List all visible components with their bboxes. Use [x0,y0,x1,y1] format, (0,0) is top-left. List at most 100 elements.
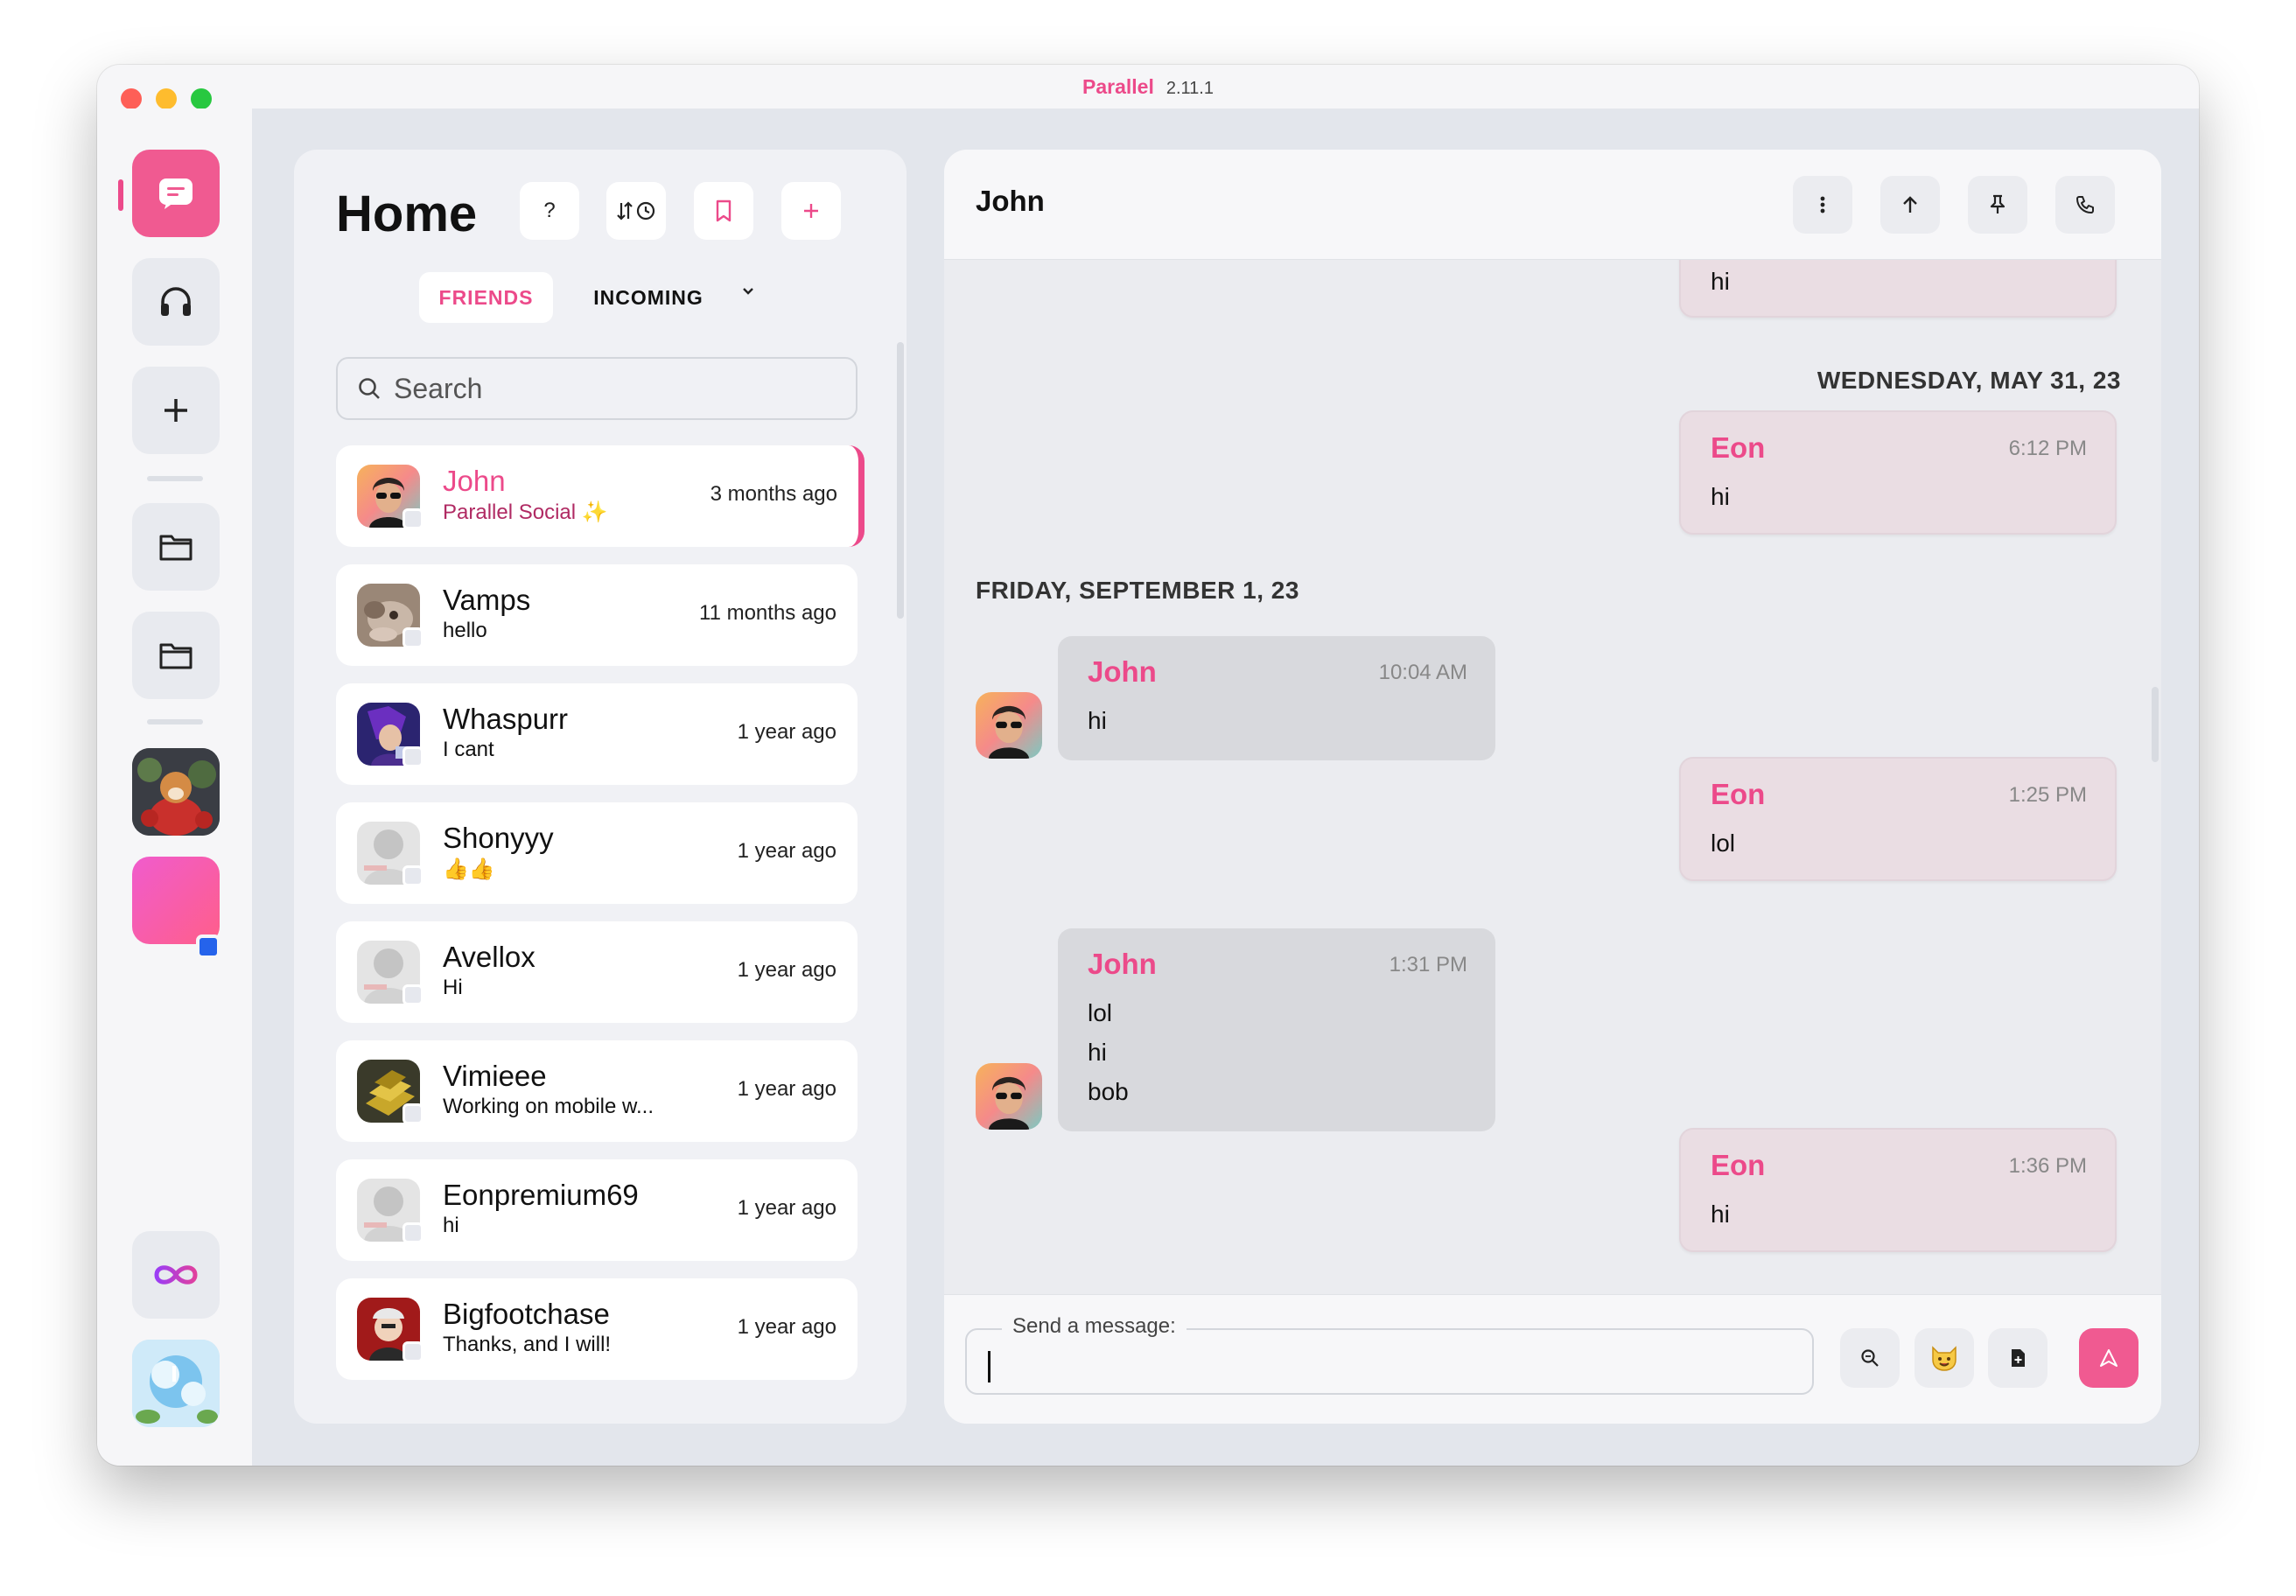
date-separator: WEDNESDAY, MAY 31, 23 [1816,367,2121,394]
message-bubble[interactable]: John 10:04 AM hi [1058,636,1495,760]
plus-icon [164,399,187,422]
tab-incoming[interactable]: INCOMING [583,272,714,323]
server-shiba[interactable] [132,748,220,836]
friend-name: Whaspurr [443,703,569,735]
friend-row-john[interactable]: John Parallel Social ✨ 3 months ago [336,445,864,547]
chat-scrollbar[interactable] [2152,687,2159,762]
scroll-top-button[interactable] [1880,176,1940,234]
chat-header: John [944,150,2161,260]
server-status-dot [196,934,220,959]
premium-button[interactable] [132,1231,220,1319]
add-friend-button[interactable] [781,182,841,240]
voice-button[interactable] [132,258,220,346]
friend-row-eonpremium69[interactable]: Eonpremium69 hi 1 year ago [336,1159,858,1261]
friend-name: Shonyyy [443,822,554,854]
friend-time: 1 year ago [737,1315,836,1339]
friend-status: Working on mobile w... [443,1095,654,1118]
rail-divider [147,719,203,724]
friend-row-shonyyy[interactable]: Shonyyy 👍👍 1 year ago [336,802,858,904]
search-field[interactable] [336,357,858,420]
friends-panel: Home ? FRIENDS INCOMING John Parallel So… [294,150,906,1424]
friend-time: 1 year ago [737,1077,836,1101]
title-bar: Parallel 2.11.1 [97,65,2199,109]
status-indicator [402,508,424,529]
date-separator: FRIDAY, SEPTEMBER 1, 23 [976,577,1299,604]
friend-status: hello [443,619,487,642]
server-pink[interactable] [132,857,220,944]
call-button[interactable] [2055,176,2115,234]
chat-panel: John hi WEDNESDAY, MAY 31, 23 Eon 6:12 P… [944,150,2161,1424]
friends-scrollbar[interactable] [897,342,904,619]
profile-avatar-image [132,1340,220,1427]
message-time: 1:36 PM [2008,1154,2087,1178]
app-window: Parallel 2.11.1 Home ? FRIENDS INCOMING … [97,65,2199,1466]
search-messages-button[interactable] [1840,1328,1900,1388]
message-bubble[interactable]: hi [1679,260,2117,318]
status-indicator [402,746,424,767]
friend-status: Parallel Social ✨ [443,500,608,524]
pinned-messages-button[interactable] [1968,176,2027,234]
friend-row-whaspurr[interactable]: Whaspurr I cant 1 year ago [336,683,858,785]
message-text: lol [1711,830,1736,857]
friend-name: Vamps [443,584,531,616]
add-server-button[interactable] [132,367,220,454]
folder-button-2[interactable] [132,612,220,699]
app-name: Parallel [1082,75,1154,98]
profile-avatar[interactable] [132,1340,220,1427]
message-time: 1:25 PM [2008,783,2087,807]
message-time: 1:31 PM [1389,953,1467,976]
message-bubble[interactable]: Eon 1:25 PM lol [1679,757,2117,881]
friend-status: Hi [443,976,463,999]
friend-row-vamps[interactable]: Vamps hello 11 months ago [336,564,858,666]
status-indicator [402,1222,424,1243]
chat-title: John [976,185,1045,217]
status-indicator [402,865,424,886]
folder-button-1[interactable] [132,503,220,591]
message-author: John [1088,655,1157,688]
message-author: Eon [1711,1149,1766,1181]
bookmark-icon [716,200,732,222]
infinity-icon [154,1265,198,1284]
emoji-button[interactable] [1914,1328,1974,1388]
send-button[interactable] [2079,1328,2138,1388]
friend-time: 1 year ago [737,958,836,982]
status-indicator [402,1341,424,1362]
avatar[interactable] [976,692,1042,759]
help-button[interactable]: ? [520,182,579,240]
message-author: Eon [1711,431,1766,464]
message-bubble[interactable]: Eon 1:36 PM hi [1679,1128,2117,1252]
message-author: John [1088,948,1157,980]
avatar[interactable] [976,1063,1042,1130]
tab-dropdown[interactable] [740,285,756,302]
message-text: hi [1711,268,1730,295]
search-input[interactable] [394,372,831,405]
home-chat-button[interactable] [132,150,220,237]
message-bubble[interactable]: John 1:31 PM lol hi bob [1058,928,1495,1131]
send-icon [2100,1349,2118,1367]
friend-status: 👍👍 [443,858,495,881]
chat-icon [159,178,192,209]
page-title: Home [336,186,478,242]
emoji-cat-icon [1932,1346,1956,1371]
friend-row-bigfootchase[interactable]: Bigfootchase Thanks, and I will! 1 year … [336,1278,858,1380]
kebab-menu-icon [1820,196,1825,214]
message-list: hi WEDNESDAY, MAY 31, 23 Eon 6:12 PM hi … [944,260,2161,1294]
message-text: hi [1711,1200,1730,1228]
phone-icon [2076,196,2094,214]
friend-time: 11 months ago [699,601,836,625]
headphones-icon [161,287,191,316]
friend-row-vimieee[interactable]: Vimieee Working on mobile w... 1 year ag… [336,1040,858,1142]
friend-name: Bigfootchase [443,1298,610,1330]
status-indicator [402,1103,424,1124]
message-input[interactable]: Send a message: [965,1314,1814,1395]
bookmark-button[interactable] [694,182,753,240]
tab-friends[interactable]: FRIENDS [419,272,553,323]
friend-time: 1 year ago [737,720,836,744]
attach-file-button[interactable] [1988,1328,2048,1388]
sort-by-time-button[interactable] [606,182,666,240]
search-icon [1861,1349,1879,1367]
friend-row-avellox[interactable]: Avellox Hi 1 year ago [336,921,858,1023]
more-options-button[interactable] [1793,176,1852,234]
message-bubble[interactable]: Eon 6:12 PM hi [1679,410,2117,535]
friend-name: John [443,465,506,497]
